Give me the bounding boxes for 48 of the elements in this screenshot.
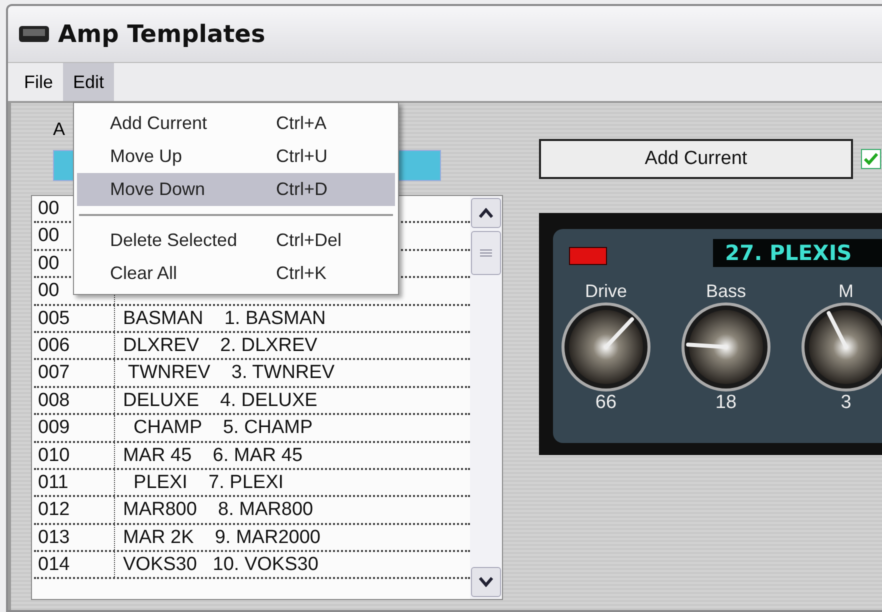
number-cell: 014 [34,552,115,578]
menu-item[interactable]: File [14,63,64,101]
name-cell-text: BASMAN 1. BASMAN [122,306,326,331]
name-cell-text: VOKS30 10. VOKS30 [122,553,318,578]
knob[interactable] [561,302,651,392]
scroll-down-button[interactable] [471,567,501,597]
number-cell: 005 [34,306,115,331]
check-icon [864,153,878,165]
name-cell-text: TWNREV 3. TWNREV [126,361,334,386]
menu-item[interactable]: Add Current Ctrl+A [77,107,395,140]
knob-value: 18 [715,392,737,414]
knob-label: M [838,281,854,302]
name-cell-text: CHAMP 5. CHAMP [132,416,313,440]
window-title: Amp Templates [58,20,266,48]
amp-icon [18,25,50,43]
number-cell: 006 [34,332,115,358]
chevron-down-icon [479,577,493,587]
name-cell-text: MAR800 8. MAR800 [122,498,314,522]
knob[interactable] [681,302,771,392]
name-cell-text: MAR 2K 9. MAR2000 [122,526,320,550]
name-cell-text: DLXREV 2. DLXREV [122,334,318,358]
number-cell: 009 [34,415,115,441]
knob-label: Drive [584,281,627,302]
menu-item[interactable]: Move Up Ctrl+U [77,140,395,173]
label: A [53,119,66,140]
name-cell-text: DELUXE 4. DELUXE [122,388,318,413]
number-cell: 012 [34,497,115,523]
chevron-up-icon [479,208,493,218]
number-cell: 013 [34,524,115,550]
scroll-thumb[interactable] [471,231,501,275]
number-cell: 007 [34,360,115,386]
number-cell: 010 [34,442,115,468]
knob-value: 66 [595,392,617,414]
grip-icon [480,248,492,258]
menu-item[interactable]: Edit [63,63,114,101]
name-cell-text: MAR 45 6. MAR 45 [122,444,303,468]
knob[interactable] [801,302,882,392]
scrollbar[interactable] [470,196,502,599]
scroll-up-button[interactable] [471,198,501,228]
menu-item[interactable]: Move Down Ctrl+D [77,173,395,206]
checkbox[interactable] [861,149,881,169]
knob-value: 3 [840,392,852,414]
name-cell-text: PLEXI 7. PLEXI [132,470,284,495]
preset-display: 27. PLEXIS [713,239,882,267]
number-cell: 011 [34,470,115,496]
add-current-button[interactable]: Add Current [539,139,853,179]
number-cell: 008 [34,388,115,414]
knob-label: Bass [706,281,746,302]
